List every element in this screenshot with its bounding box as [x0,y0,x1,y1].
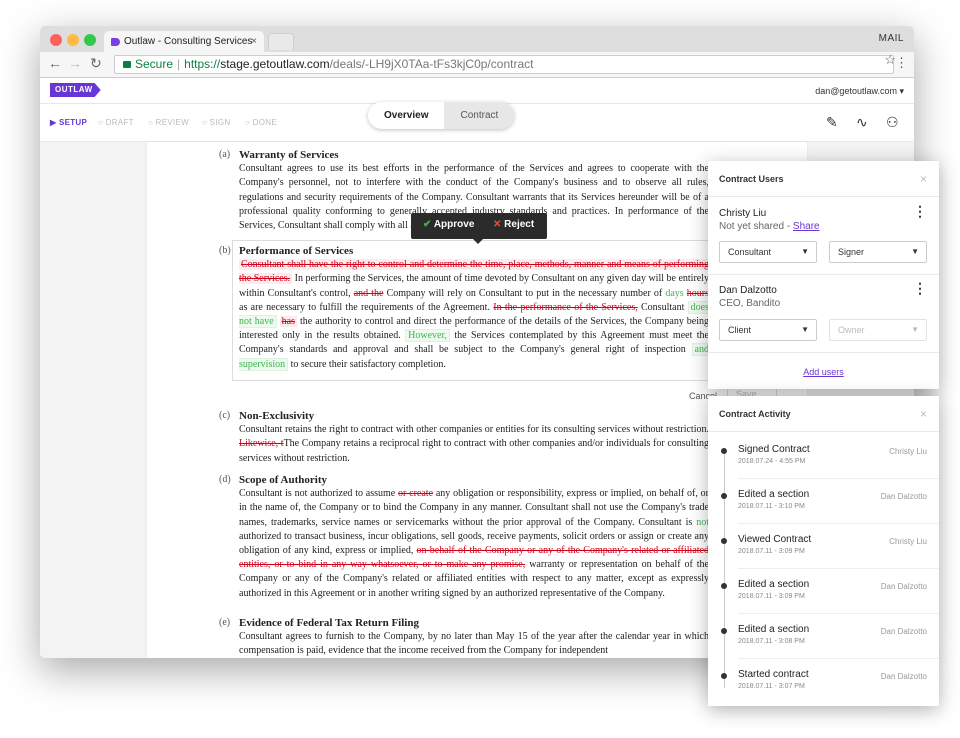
user-name: Christy Liu [719,208,767,219]
share-link[interactable]: Share [793,221,820,232]
change-review-popover: ✔ Approve ✕ Reject [411,213,547,244]
activity-item: Edited a section 2018.07.11 - 3:08 PM Da… [708,614,939,659]
step-done[interactable]: ○ DONE [245,118,277,127]
users-icon[interactable]: ⚇ [886,114,899,131]
maximize-window-button[interactable] [84,34,96,46]
secure-label: Secure [135,57,174,71]
section-body: Consultant agrees to furnish to the Comp… [239,631,709,657]
signer-type-select[interactable]: Signer ▼ [829,241,927,263]
caret-down-icon: ▼ [911,325,919,334]
timeline-dot [721,628,727,634]
reload-icon[interactable]: ↻ [90,55,102,72]
approve-button[interactable]: ✔ Approve [423,219,474,230]
section-title: Evidence of Federal Tax Return Filing [239,617,419,629]
step-sign[interactable]: ○ SIGN [202,118,230,127]
url-scheme: https:// [184,57,221,71]
reject-button[interactable]: ✕ Reject [493,219,534,230]
deleted-text[interactable]: has [279,316,297,328]
caret-down-icon: ▼ [801,247,809,256]
section-body: Consultant retains the right to contract… [239,424,709,464]
tab-overview[interactable]: Overview [368,102,444,129]
step-draft[interactable]: ○ DRAFT [98,118,134,127]
mail-label: MAIL [878,33,904,44]
role-select[interactable]: Client ▼ [719,319,817,341]
inserted-text[interactable]: However, [405,329,450,343]
more-options-icon[interactable]: ⋮ [913,203,927,220]
section-performance[interactable]: (b) Performance of Services Consultant s… [219,244,710,372]
deleted-text[interactable]: Likewise, t [239,438,284,449]
user-card: Dan Dalzotto CEO, Bandito ⋮ Client ▼ Owne… [708,275,939,353]
section-body: Consultant shall have the right to contr… [239,259,710,371]
section-non-exclusivity[interactable]: (c) Non-Exclusivity Consultant retains t… [219,409,709,466]
user-name: Dan Dalzotto [719,285,777,296]
deleted-text[interactable]: In the performance of the Services, [493,302,637,313]
step-setup[interactable]: ▶ SETUP [50,118,87,127]
contract-users-panel: Contract Users × Christy Liu Not yet sha… [708,161,939,389]
contract-activity-panel: Contract Activity × Signed Contract 2018… [708,396,939,706]
browser-tab[interactable]: Outlaw - Consulting Services × [104,31,264,52]
title-bar: Outlaw - Consulting Services × MAIL [40,26,914,52]
panel-title: Contract Activity × [708,396,939,432]
caret-down-icon: ▼ [801,325,809,334]
section-title: Performance of Services [239,245,354,257]
caret-down-icon: ▼ [911,247,919,256]
address-bar: ← → ↻ Secure | https://stage.getoutlaw.com… [40,52,914,78]
section-title: Warranty of Services [239,149,339,161]
close-window-button[interactable] [50,34,62,46]
tab-contract[interactable]: Contract [444,102,515,129]
timeline-dot [721,493,727,499]
step-review[interactable]: ○ REVIEW [148,118,189,127]
activity-icon[interactable]: ∿ [856,114,868,131]
deleted-text[interactable]: hours [687,288,709,299]
view-switch: Overview Contract [368,102,515,129]
lock-icon [123,61,131,68]
role-select[interactable]: Consultant ▼ [719,241,817,263]
section-title: Non-Exclusivity [239,410,315,422]
user-menu[interactable]: dan@getoutlaw.com ▾ [815,78,904,104]
section-body: Consultant is not authorized to assume o… [239,488,709,599]
section-scope-of-authority[interactable]: (d) Scope of Authority Consultant is not… [219,473,709,601]
user-status: CEO, Bandito [719,298,781,309]
check-icon: ✔ [423,219,432,230]
deleted-text[interactable]: and the [354,288,384,299]
favicon-icon [111,38,120,46]
timeline-dot [721,583,727,589]
activity-item: Started contract 2018.07.11 - 3:07 PM Da… [708,659,939,704]
user-status: Not yet shared - Share [719,221,820,232]
edit-pen-icon[interactable]: ✎ [826,114,838,131]
timeline-dot [721,673,727,679]
outlaw-logo[interactable]: OUTLAW [50,83,101,97]
url-field[interactable]: Secure | https://stage.getoutlaw.com/deals… [114,55,894,74]
close-icon[interactable]: × [920,161,927,197]
activity-item: Signed Contract 2018.07.24 - 4:55 PM Chr… [708,434,939,479]
timeline-dot [721,448,727,454]
activity-item: Viewed Contract 2018.07.11 - 3:09 PM Chr… [708,524,939,569]
user-card: Christy Liu Not yet shared - Share ⋮ Con… [708,197,939,275]
forward-arrow-icon[interactable]: → [68,55,82,71]
deleted-text[interactable]: or create [398,488,433,499]
section-title: Scope of Authority [239,474,327,486]
timeline-dot [721,538,727,544]
more-options-icon[interactable]: ⋮ [913,280,927,297]
app-header: OUTLAW dan@getoutlaw.com ▾ [40,78,914,104]
x-icon: ✕ [493,219,502,230]
minimize-window-button[interactable] [67,34,79,46]
add-users-link[interactable]: Add users [708,367,939,377]
close-icon[interactable]: × [920,396,927,432]
close-tab-icon[interactable]: × [251,31,257,52]
new-tab-button[interactable] [268,33,294,50]
url-path: /deals/-LH9jX0TAa-tFs3kjC0p/contract [329,57,534,71]
section-tax-evidence[interactable]: (e) Evidence of Federal Tax Return Filin… [219,616,709,658]
browser-menu-icon[interactable]: ⋮ [895,55,908,71]
inserted-text[interactable]: days [665,288,683,299]
panel-title: Contract Users × [708,161,939,197]
url-host: stage.getoutlaw.com [220,57,330,71]
tab-title: Outlaw - Consulting Services [124,36,253,47]
owner-type-select: Owner ▼ [829,319,927,341]
back-arrow-icon[interactable]: ← [48,55,62,71]
activity-item: Edited a section 2018.07.11 - 3:10 PM Da… [708,479,939,524]
activity-item: Edited a section 2018.07.11 - 3:09 PM Da… [708,569,939,614]
